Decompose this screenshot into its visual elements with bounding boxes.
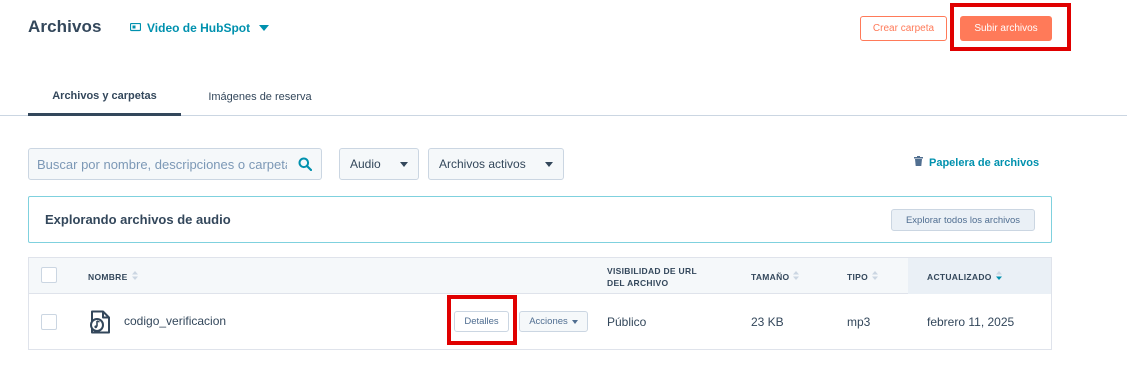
file-type: mp3 bbox=[847, 315, 871, 329]
trash-link[interactable]: Papelera de archivos bbox=[914, 156, 1039, 169]
column-header-name[interactable]: NOMBRE bbox=[88, 271, 138, 282]
trash-link-label: Papelera de archivos bbox=[929, 156, 1040, 169]
table-header: NOMBRE VISIBILIDAD DE URL DEL ARCHIVO TA… bbox=[29, 258, 1051, 294]
file-visibility: Público bbox=[607, 315, 647, 329]
hubspot-video-link[interactable]: Video de HubSpot bbox=[129, 21, 270, 35]
search-icon[interactable] bbox=[297, 156, 313, 172]
caret-down-icon bbox=[259, 25, 270, 31]
file-size: 23 KB bbox=[751, 315, 784, 329]
select-all-checkbox[interactable] bbox=[41, 267, 57, 283]
create-folder-button[interactable]: Crear carpeta bbox=[860, 16, 947, 41]
actions-button[interactable]: Acciones bbox=[519, 311, 588, 332]
column-header-size[interactable]: TAMAÑO bbox=[751, 271, 800, 282]
column-header-visibility[interactable]: VISIBILIDAD DE URL DEL ARCHIVO bbox=[607, 265, 697, 289]
explore-all-files-button[interactable]: Explorar todos los archivos bbox=[891, 209, 1035, 231]
video-link-label: Video de HubSpot bbox=[147, 21, 251, 35]
caret-down-icon bbox=[571, 319, 578, 324]
trash-icon bbox=[914, 156, 923, 169]
details-button[interactable]: Detalles bbox=[454, 311, 509, 332]
row-checkbox[interactable] bbox=[41, 314, 57, 330]
sort-icon bbox=[793, 271, 800, 282]
upload-files-button[interactable]: Subir archivos bbox=[960, 16, 1052, 41]
file-updated: febrero 11, 2025 bbox=[927, 315, 1015, 329]
caret-down-icon bbox=[545, 161, 553, 167]
tab-files-and-folders[interactable]: Archivos y carpetas bbox=[28, 78, 181, 116]
caret-down-icon bbox=[400, 161, 408, 167]
audio-file-icon bbox=[89, 310, 111, 334]
table-row[interactable]: codigo_verificacion Detalles Acciones Pú… bbox=[29, 294, 1051, 350]
search-input[interactable] bbox=[37, 156, 287, 172]
page-title: Archivos bbox=[28, 17, 102, 36]
type-filter-dropdown[interactable]: Audio bbox=[339, 148, 419, 180]
status-filter-dropdown[interactable]: Archivos activos bbox=[428, 148, 564, 180]
status-filter-value: Archivos activos bbox=[439, 157, 526, 171]
banner-title: Explorando archivos de audio bbox=[45, 212, 231, 227]
tab-bar: Archivos y carpetas Imágenes de reserva bbox=[0, 78, 1127, 116]
sort-desc-icon bbox=[995, 271, 1002, 282]
file-name[interactable]: codigo_verificacion bbox=[124, 314, 226, 328]
sort-icon bbox=[131, 271, 138, 282]
video-icon bbox=[129, 21, 142, 35]
column-header-type[interactable]: TIPO bbox=[847, 271, 879, 282]
tab-stock-images[interactable]: Imágenes de reserva bbox=[187, 78, 333, 116]
files-table: NOMBRE VISIBILIDAD DE URL DEL ARCHIVO TA… bbox=[28, 257, 1052, 350]
audio-files-banner: Explorando archivos de audio Explorar to… bbox=[28, 196, 1052, 243]
column-header-updated[interactable]: ACTUALIZADO bbox=[927, 271, 1002, 282]
type-filter-value: Audio bbox=[350, 157, 381, 171]
search-box bbox=[28, 148, 322, 180]
sort-icon bbox=[872, 271, 879, 282]
